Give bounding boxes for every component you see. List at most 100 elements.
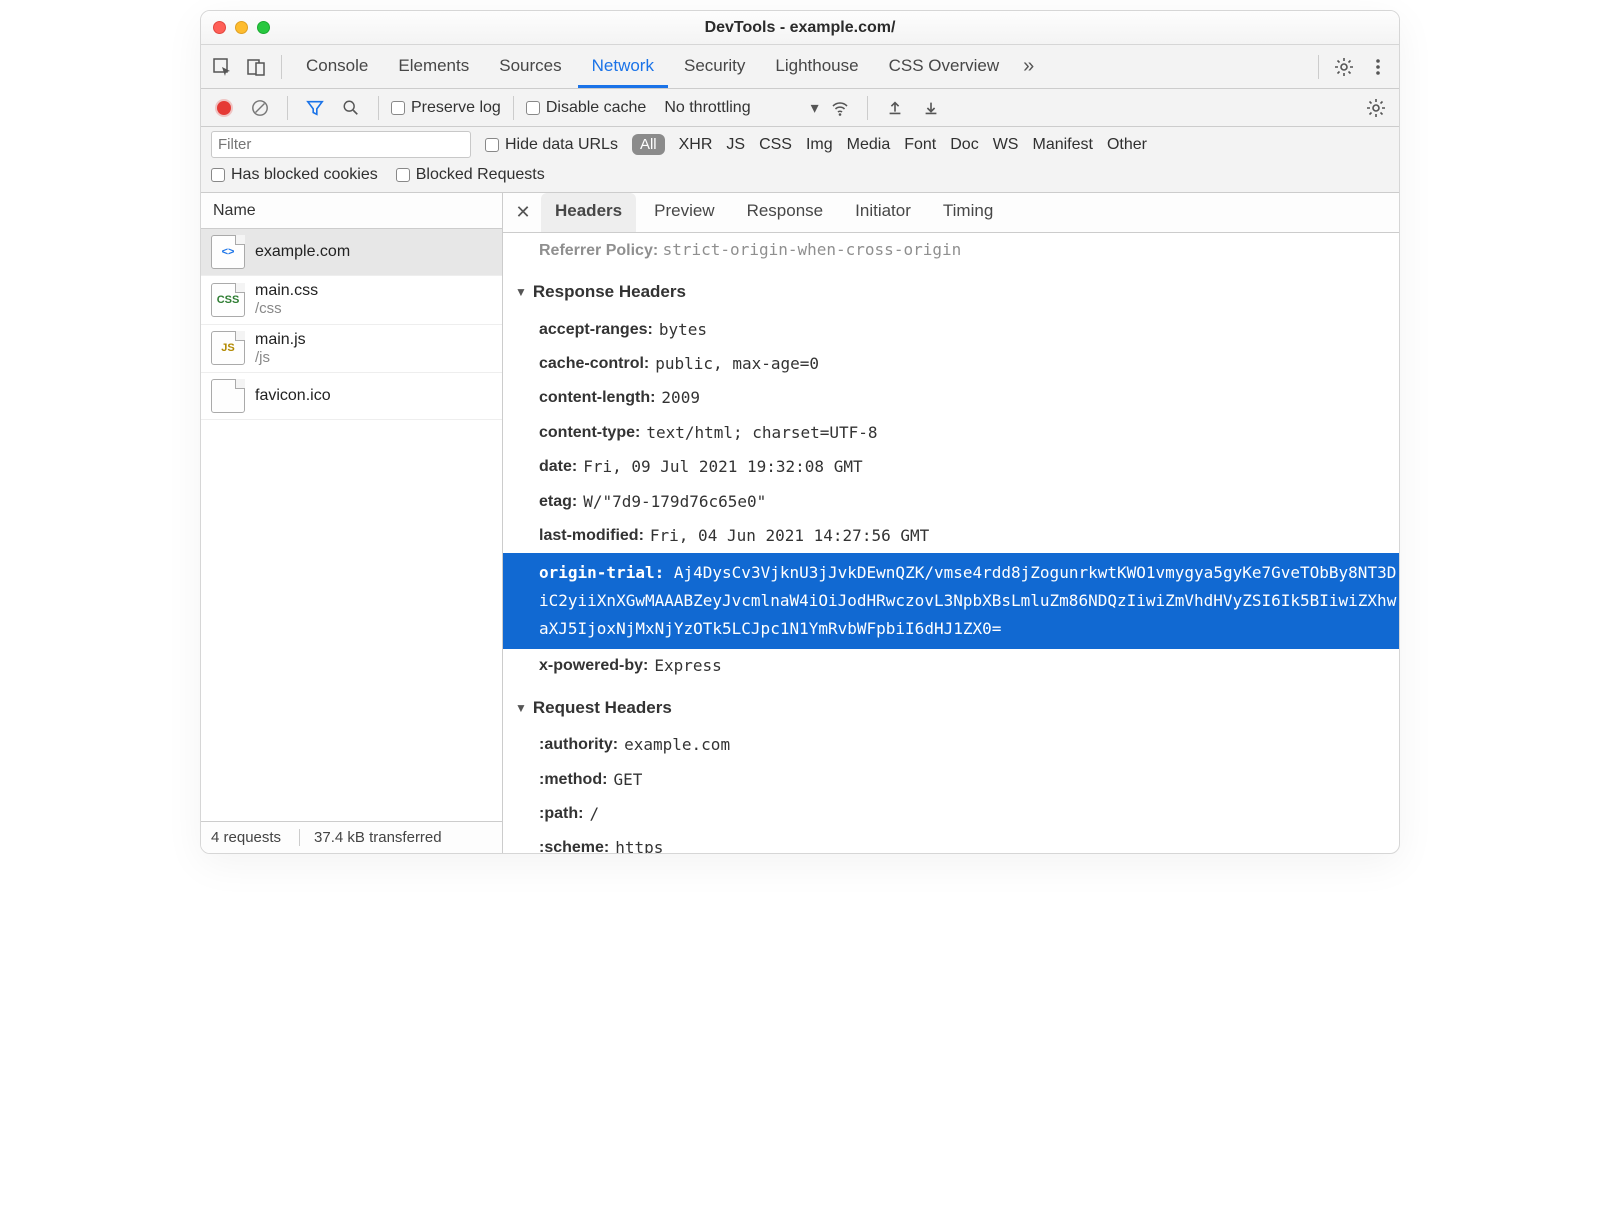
- more-tabs-icon[interactable]: »: [1015, 55, 1042, 78]
- request-row[interactable]: <> example.com: [201, 229, 502, 276]
- checkbox-icon: [211, 168, 225, 182]
- request-headers-title: Request Headers: [533, 692, 672, 724]
- separator: [378, 96, 379, 120]
- detail-body[interactable]: Referrer Policy: strict-origin-when-cros…: [503, 233, 1399, 853]
- device-toolbar-icon[interactable]: [241, 52, 271, 82]
- detail-tabs: ✕ Headers Preview Response Initiator Tim…: [503, 193, 1399, 233]
- checkbox-icon: [485, 138, 499, 152]
- request-name: main.js: [255, 331, 306, 349]
- response-header-row[interactable]: etag: W/"7d9-179d76c65e0": [503, 485, 1399, 519]
- request-header-row[interactable]: :scheme: https: [503, 831, 1399, 853]
- request-headers-section[interactable]: ▼ Request Headers: [503, 684, 1399, 728]
- separator: [513, 96, 514, 120]
- dtab-headers[interactable]: Headers: [541, 193, 636, 232]
- header-origin-trial[interactable]: origin-trial: Aj4DysCv3VjknU3jJvkDEwnQZK…: [503, 553, 1399, 649]
- network-settings-gear-icon[interactable]: [1361, 93, 1391, 123]
- separator: [1318, 55, 1319, 79]
- filter-type-js[interactable]: JS: [726, 136, 745, 154]
- has-blocked-cookies-checkbox[interactable]: Has blocked cookies: [211, 166, 378, 184]
- window-title: DevTools - example.com/: [201, 19, 1399, 37]
- clear-icon[interactable]: [245, 93, 275, 123]
- filter-type-other[interactable]: Other: [1107, 136, 1147, 154]
- filter-bar: Hide data URLs All XHR JS CSS Img Media …: [201, 127, 1399, 193]
- filter-type-css[interactable]: CSS: [759, 136, 792, 154]
- filter-type-media[interactable]: Media: [847, 136, 891, 154]
- download-har-icon[interactable]: [916, 93, 946, 123]
- filter-input[interactable]: [211, 131, 471, 158]
- blocked-requests-checkbox[interactable]: Blocked Requests: [396, 166, 545, 184]
- disclosure-triangle-icon: ▼: [515, 281, 527, 304]
- zoom-window-button[interactable]: [257, 21, 270, 34]
- response-header-row[interactable]: content-type: text/html; charset=UTF-8: [503, 416, 1399, 450]
- detail-pane: ✕ Headers Preview Response Initiator Tim…: [503, 193, 1399, 853]
- tab-console[interactable]: Console: [292, 46, 382, 88]
- request-row[interactable]: CSSmain.css/css: [201, 276, 502, 325]
- chevron-down-icon: ▾: [811, 98, 819, 118]
- request-subpath: /css: [255, 300, 318, 317]
- tab-row-right: [1312, 52, 1393, 82]
- request-name: example.com: [255, 243, 350, 261]
- split-view: Name <> example.com CSSmain.css/css JS main.…: [201, 193, 1399, 853]
- search-icon[interactable]: [336, 93, 366, 123]
- filter-type-doc[interactable]: Doc: [950, 136, 978, 154]
- request-header-row[interactable]: :method: GET: [503, 763, 1399, 797]
- request-header-row[interactable]: :path: /: [503, 797, 1399, 831]
- request-subpath: /js: [255, 349, 306, 366]
- record-button[interactable]: [209, 93, 239, 123]
- close-window-button[interactable]: [213, 21, 226, 34]
- request-list-header[interactable]: Name: [201, 193, 502, 229]
- disable-cache-label: Disable cache: [546, 99, 647, 117]
- filter-type-font[interactable]: Font: [904, 136, 936, 154]
- filter-funnel-icon[interactable]: [300, 93, 330, 123]
- request-transfer: 37.4 kB transferred: [299, 829, 442, 846]
- throttling-select[interactable]: No throttling ▾: [664, 98, 818, 118]
- file-icon: <>: [211, 235, 245, 269]
- upload-har-icon[interactable]: [880, 93, 910, 123]
- checkbox-icon: [526, 101, 540, 115]
- request-row[interactable]: favicon.ico: [201, 373, 502, 420]
- preserve-log-checkbox[interactable]: Preserve log: [391, 99, 501, 117]
- close-detail-icon[interactable]: ✕: [509, 202, 537, 223]
- separator: [287, 96, 288, 120]
- minimize-window-button[interactable]: [235, 21, 248, 34]
- request-header-row[interactable]: :authority: example.com: [503, 728, 1399, 762]
- hide-data-urls-checkbox[interactable]: Hide data URLs: [485, 136, 618, 154]
- tab-cssoverview[interactable]: CSS Overview: [875, 46, 1014, 88]
- dtab-timing[interactable]: Timing: [929, 193, 1007, 232]
- tab-elements[interactable]: Elements: [384, 46, 483, 88]
- tab-lighthouse[interactable]: Lighthouse: [761, 46, 872, 88]
- response-header-row[interactable]: cache-control: public, max-age=0: [503, 347, 1399, 381]
- dtab-response[interactable]: Response: [733, 193, 838, 232]
- response-headers-section[interactable]: ▼ Response Headers: [503, 268, 1399, 312]
- filter-type-img[interactable]: Img: [806, 136, 833, 154]
- file-icon: JS: [211, 331, 245, 365]
- preserve-log-label: Preserve log: [411, 99, 501, 117]
- main-tab-row: Console Elements Sources Network Securit…: [201, 45, 1399, 89]
- disable-cache-checkbox[interactable]: Disable cache: [526, 99, 647, 117]
- filter-type-manifest[interactable]: Manifest: [1032, 136, 1092, 154]
- checkbox-icon: [396, 168, 410, 182]
- filter-type-all[interactable]: All: [632, 134, 665, 155]
- response-header-row[interactable]: date: Fri, 09 Jul 2021 19:32:08 GMT: [503, 450, 1399, 484]
- filter-type-xhr[interactable]: XHR: [679, 136, 713, 154]
- response-header-row[interactable]: content-length: 2009: [503, 381, 1399, 415]
- settings-gear-icon[interactable]: [1329, 52, 1359, 82]
- tab-security[interactable]: Security: [670, 46, 759, 88]
- separator: [867, 96, 868, 120]
- dtab-preview[interactable]: Preview: [640, 193, 728, 232]
- response-header-row[interactable]: accept-ranges: bytes: [503, 313, 1399, 347]
- response-header-row[interactable]: x-powered-by: Express: [503, 649, 1399, 683]
- traffic-lights: [213, 21, 270, 34]
- dtab-initiator[interactable]: Initiator: [841, 193, 925, 232]
- response-header-row[interactable]: last-modified: Fri, 04 Jun 2021 14:27:56…: [503, 519, 1399, 553]
- request-row[interactable]: JS main.js/js: [201, 325, 502, 374]
- filter-type-ws[interactable]: WS: [993, 136, 1019, 154]
- request-list-pane: Name <> example.com CSSmain.css/css JS main.…: [201, 193, 503, 853]
- tab-network[interactable]: Network: [578, 46, 668, 88]
- network-conditions-icon[interactable]: [825, 93, 855, 123]
- tab-sources[interactable]: Sources: [485, 46, 575, 88]
- kebab-menu-icon[interactable]: [1363, 52, 1393, 82]
- has-blocked-cookies-label: Has blocked cookies: [231, 166, 378, 184]
- inspect-element-icon[interactable]: [207, 52, 237, 82]
- network-toolbar: Preserve log Disable cache No throttling…: [201, 89, 1399, 127]
